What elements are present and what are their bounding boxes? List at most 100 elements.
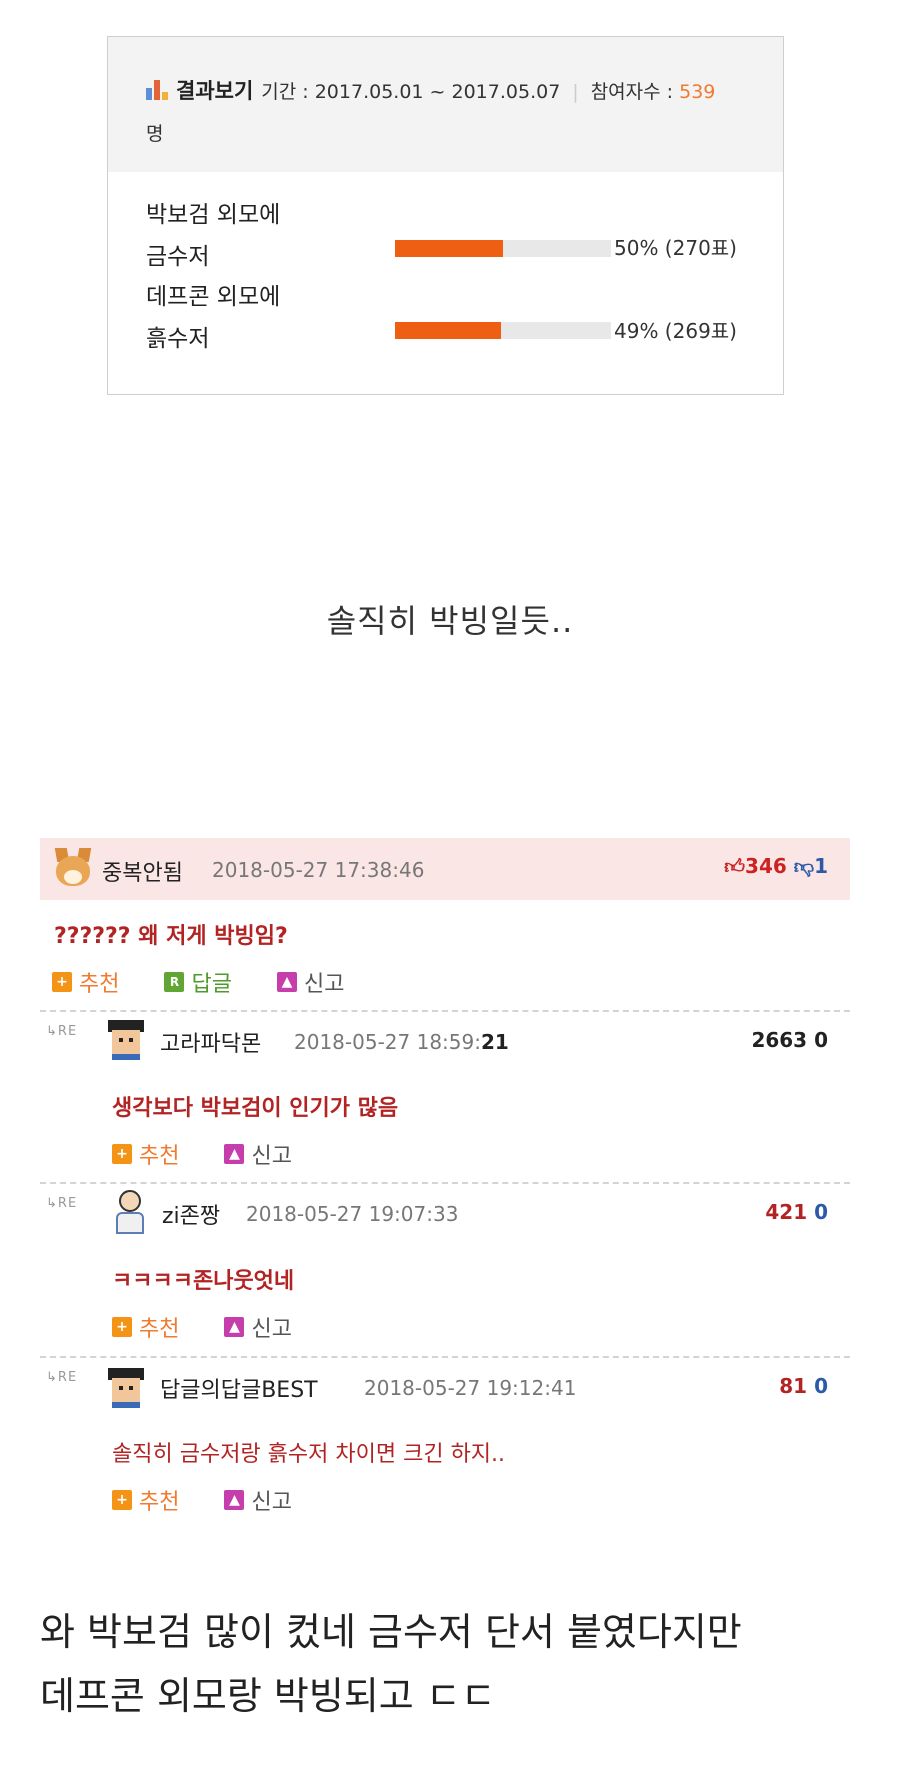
option-label-line: 박보검 외모에 (146, 202, 281, 228)
option-label-line: 흙수저 (146, 326, 210, 352)
comment-date: 2018-05-27 17:38:46 (212, 858, 425, 882)
poll-bar-fill (395, 240, 503, 257)
comment-date-main: 2018-05-27 18:59: (294, 1030, 481, 1054)
report-label: 신고 (303, 972, 345, 997)
recommend-label: 추천 (139, 1144, 180, 1169)
option-label-line: 데프콘 외모에 (146, 284, 281, 310)
divider (40, 1010, 850, 1012)
report-button[interactable]: ▲ 신고 (224, 1311, 292, 1343)
vote-counts: 2663 0 (751, 1028, 828, 1052)
siren-icon: ▲ (224, 1144, 245, 1164)
comment-text: ㅋㅋㅋㅋ존나웃엇네 (112, 1269, 295, 1294)
poll-option-label: 데프콘 외모에 흙수저 (146, 276, 326, 360)
comment-actions: + 추천 ▲ 신고 (112, 1138, 330, 1170)
poll-option-result: 49% (269표) (614, 319, 737, 343)
avatar (106, 1020, 146, 1060)
recommend-button[interactable]: + 추천 (112, 1138, 179, 1170)
caption-text: 솔직히 박빙일듯.. (326, 602, 574, 640)
reply-icon: R (164, 972, 185, 992)
upvote-count: 346 (745, 854, 787, 878)
upvote-count: 421 (765, 1200, 808, 1224)
poll-period: 기간 : 2017.05.01 ~ 2017.05.07 (261, 81, 561, 103)
comment-nickname[interactable]: 고라파닥몬 (160, 1026, 261, 1058)
comment-text: ?????? 왜 저게 박빙임? (54, 924, 288, 949)
recommend-label: 추천 (139, 1490, 180, 1515)
comment-nickname[interactable]: zi존짱 (162, 1198, 220, 1230)
siren-icon: ▲ (224, 1317, 245, 1337)
vote-counts: 👍︎346 👎︎1 (724, 854, 828, 879)
reply-button[interactable]: R 답글 (164, 966, 232, 998)
vote-counts: 81 0 (779, 1374, 828, 1398)
comment-date-seconds: 21 (480, 1030, 509, 1054)
recommend-label: 추천 (79, 972, 120, 997)
participants-label: 참여자수 : (590, 81, 680, 103)
caption-line: 와 박보검 많이 컸네 금수저 단서 붙였다지만 (40, 1610, 742, 1654)
thumbs-down-icon[interactable]: 👎︎ (794, 854, 814, 879)
downvote-count: 0 (814, 1200, 828, 1224)
poll-title: 결과보기 (176, 79, 254, 103)
poll-bar-track (395, 240, 611, 257)
reply-label: 답글 (191, 972, 232, 997)
bar-chart-icon (146, 80, 170, 100)
re-label: RE (57, 1196, 78, 1211)
re-label: RE (57, 1370, 78, 1385)
comment-actions: + 추천 ▲ 신고 (112, 1484, 330, 1516)
upvote-count: 2663 (751, 1028, 808, 1052)
bottom-caption: 와 박보검 많이 컸네 금수저 단서 붙였다지만 데프콘 외모랑 박빙되고 ㄷㄷ (40, 1600, 870, 1728)
divider (40, 1182, 850, 1184)
divider: | (572, 81, 579, 103)
poll-result-box: 결과보기 기간 : 2017.05.01 ~ 2017.05.07 | 참여자수 : … (107, 36, 784, 395)
siren-icon: ▲ (224, 1490, 245, 1510)
best-comment-header: 중복안됨 2018-05-27 17:38:46 👍︎346 👎︎1 (40, 838, 850, 900)
reply-arrow-icon: ↳RE (46, 1024, 78, 1039)
poll-options: 박보검 외모에 금수저 50% (270표) 데프콘 외모에 흙수저 49% (… (108, 172, 783, 394)
downvote-count: 1 (814, 854, 828, 878)
siren-icon: ▲ (276, 972, 297, 992)
comment-nickname[interactable]: 중복안됨 (102, 855, 183, 887)
caption-line: 데프콘 외모랑 박빙되고 ㄷㄷ (40, 1674, 496, 1718)
comment-text: 생각보다 박보검이 인기가 많음 (112, 1096, 399, 1121)
comment-text: 솔직히 금수저랑 흙수저 차이면 크긴 하지.. (112, 1442, 506, 1467)
recommend-button[interactable]: + 추천 (52, 966, 119, 998)
report-button[interactable]: ▲ 신고 (224, 1138, 292, 1170)
plus-icon: + (112, 1144, 132, 1164)
vote-counts: 421 0 (765, 1200, 828, 1224)
poll-option-result: 50% (270표) (614, 236, 737, 260)
report-button[interactable]: ▲ 신고 (224, 1484, 292, 1516)
report-label: 신고 (251, 1144, 292, 1169)
comment-actions: + 추천 ▲ 신고 (112, 1311, 330, 1343)
downvote-count: 0 (814, 1374, 828, 1398)
comment-date: 2018-05-27 19:12:41 (364, 1376, 577, 1400)
downvote-count: 0 (814, 1028, 828, 1052)
poll-header: 결과보기 기간 : 2017.05.01 ~ 2017.05.07 | 참여자수 : … (108, 37, 783, 172)
poll-bar-track (395, 322, 611, 339)
comment-date: 2018-05-27 18:59:21 (294, 1030, 509, 1054)
report-button[interactable]: ▲ 신고 (276, 966, 345, 998)
recommend-button[interactable]: + 추천 (112, 1311, 179, 1343)
upvote-count: 81 (779, 1374, 808, 1398)
divider (40, 1356, 850, 1358)
participants-count: 539 (679, 81, 716, 103)
poll-bar-fill (395, 322, 501, 339)
recommend-label: 추천 (139, 1317, 180, 1342)
poll-option-label: 박보검 외모에 금수저 (146, 194, 326, 278)
avatar (52, 848, 94, 888)
reply-arrow-icon: ↳RE (46, 1370, 78, 1385)
comment-actions: + 추천 R 답글 ▲ 신고 (52, 966, 382, 998)
recommend-button[interactable]: + 추천 (112, 1484, 179, 1516)
option-label-line: 금수저 (146, 244, 210, 270)
re-label: RE (57, 1024, 78, 1039)
avatar (106, 1368, 146, 1408)
comment-section: 중복안됨 2018-05-27 17:38:46 👍︎346 👎︎1 ?????… (40, 838, 850, 1515)
avatar (110, 1190, 150, 1234)
report-label: 신고 (251, 1490, 292, 1515)
comment-nickname[interactable]: 답글의답글BEST (160, 1372, 318, 1404)
participants-unit: 명 (146, 123, 164, 145)
thumbs-up-icon[interactable]: 👍︎ (724, 854, 745, 879)
plus-icon: + (112, 1317, 132, 1337)
plus-icon: + (52, 972, 72, 992)
plus-icon: + (112, 1490, 132, 1510)
comment-date: 2018-05-27 19:07:33 (246, 1202, 459, 1226)
reply-arrow-icon: ↳RE (46, 1196, 78, 1211)
report-label: 신고 (251, 1317, 292, 1342)
